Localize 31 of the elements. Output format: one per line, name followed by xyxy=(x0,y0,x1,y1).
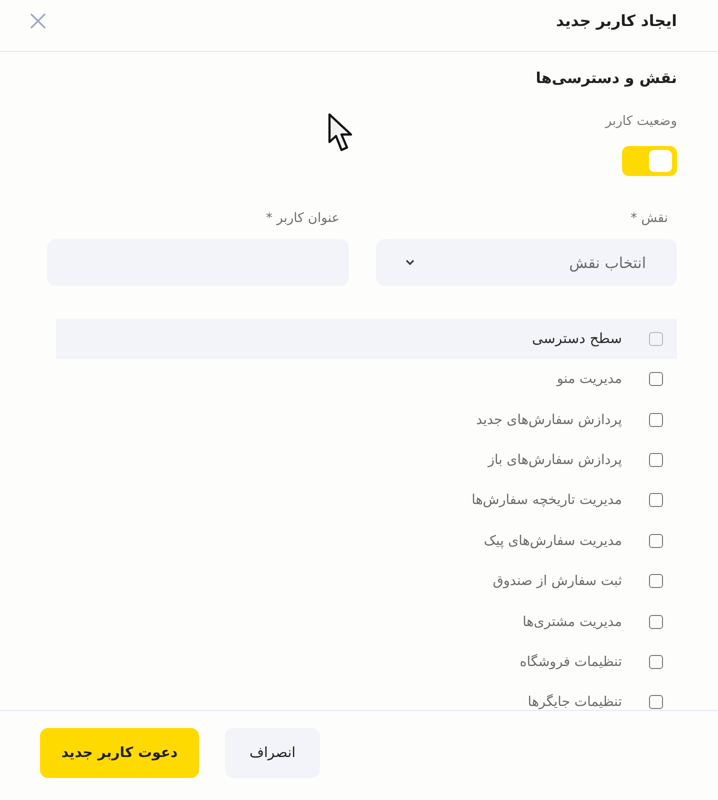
status-label: وضعیت کاربر xyxy=(605,113,677,131)
checkbox[interactable] xyxy=(649,574,663,588)
invite-button[interactable]: دعوت کاربر جدید xyxy=(40,728,199,778)
permission-label: مدیریت تاریخچه سفارش‌ها xyxy=(472,492,622,508)
cancel-button[interactable]: انصراف xyxy=(225,728,320,778)
role-select[interactable]: انتخاب نقش xyxy=(376,239,677,286)
field-label: نقش * xyxy=(630,210,668,228)
close-icon[interactable] xyxy=(28,10,48,30)
permission-label: مدیریت منو xyxy=(556,371,622,388)
checkbox[interactable] xyxy=(649,412,663,427)
checkbox[interactable] xyxy=(649,332,663,346)
checkbox[interactable] xyxy=(649,695,663,710)
section-heading: نقش و دسترسی‌ها xyxy=(536,68,677,89)
field-label: عنوان کاربر * xyxy=(266,210,340,228)
permission-header-label: سطح دسترسی xyxy=(532,331,622,347)
checkbox[interactable] xyxy=(649,372,663,386)
chevron-down-icon xyxy=(404,259,414,266)
permission-label: ثبت سفارش از صندوق xyxy=(492,573,622,590)
permission-label: مدیریت مشتری‌ها xyxy=(522,614,622,630)
permission-label: مدیریت سفارش‌های پیک xyxy=(484,532,622,549)
permission-label: تنظیمات جایگرها xyxy=(528,694,622,710)
checkbox[interactable] xyxy=(649,534,663,548)
checkbox[interactable] xyxy=(649,654,663,669)
permission-label: پردازش سفارش‌های جدید xyxy=(476,412,622,428)
permission-label: پردازش سفارش‌های باز xyxy=(488,452,622,468)
checkbox[interactable] xyxy=(649,493,663,508)
dialog-title: ایجاد کاربر جدید xyxy=(556,12,677,30)
permission-label: تنظیمات فروشگاه xyxy=(520,654,622,670)
status-toggle[interactable] xyxy=(622,146,677,176)
checkbox[interactable] xyxy=(649,452,663,467)
checkbox[interactable] xyxy=(649,614,663,629)
